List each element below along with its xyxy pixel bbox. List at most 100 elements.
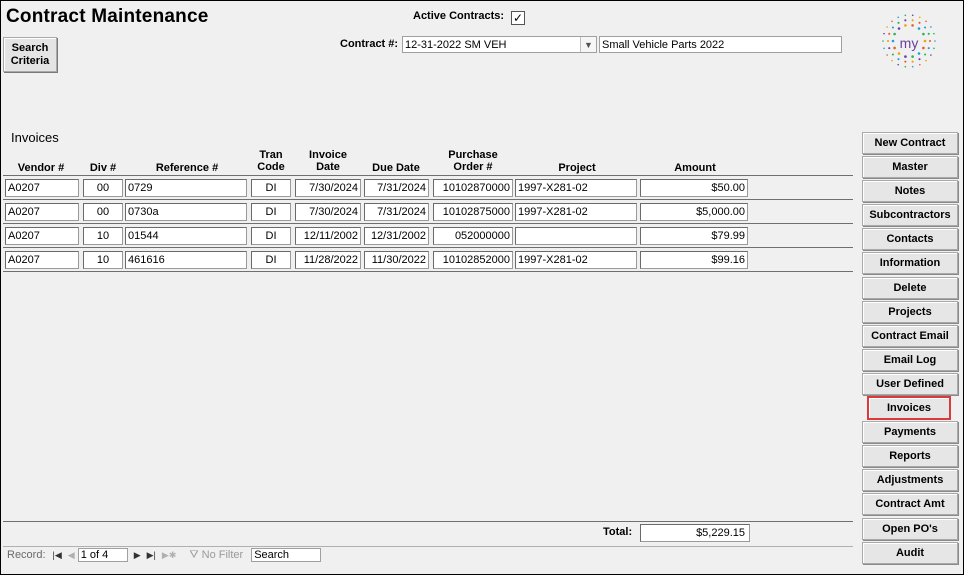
sidebar-button-adjustments[interactable]: Adjustments — [862, 469, 958, 492]
cell-due-date[interactable]: 7/31/2024 — [364, 203, 429, 221]
cell-tran-code[interactable]: DI — [251, 179, 291, 197]
sidebar-button-user-defined[interactable]: User Defined — [862, 372, 958, 395]
cell-amount[interactable]: $5,000.00 — [640, 203, 748, 221]
total-amount: $5,229.15 — [640, 524, 750, 542]
cell-invoice-date[interactable]: 12/11/2002 — [295, 227, 361, 245]
logo-dot — [922, 32, 925, 36]
contract-number-value: 12-31-2022 SM VEH — [405, 38, 507, 51]
cell-purchase-order[interactable]: 10102870000 — [433, 179, 513, 197]
cell-due-date[interactable]: 7/31/2024 — [364, 179, 429, 197]
cell-purchase-order[interactable]: 10102852000 — [433, 251, 513, 269]
logo-dot — [888, 32, 891, 35]
next-record-icon[interactable]: ▶ — [134, 550, 141, 561]
cell-reference[interactable]: 01544 — [125, 227, 247, 245]
logo-dot — [897, 58, 900, 61]
cell-amount[interactable]: $79.99 — [640, 227, 748, 245]
logo-dot — [886, 54, 888, 56]
cell-project[interactable] — [515, 227, 637, 245]
table-row[interactable]: A0207 10 01544 DI 12/11/2002 12/31/2002 052000… — [3, 224, 853, 248]
cell-amount[interactable]: $50.00 — [640, 179, 748, 197]
cell-project[interactable]: 1997-X281-02 — [515, 203, 637, 221]
record-label: Record: — [7, 549, 46, 561]
sidebar-button-new-contract[interactable]: New Contract — [862, 132, 958, 154]
logo-dot — [927, 47, 930, 50]
cell-vendor[interactable]: A0207 — [5, 251, 79, 269]
sidebar-buttons: New Contract Master Notes Subcontractors Con… — [862, 132, 958, 566]
sidebar-button-reports[interactable]: Reports — [862, 445, 958, 468]
cell-amount[interactable]: $99.16 — [640, 251, 748, 269]
sidebar-button-subcontractors[interactable]: Subcontractors — [862, 204, 958, 227]
table-row[interactable]: A0207 00 0729 DI 7/30/2024 7/31/2024 101028700… — [3, 176, 853, 200]
new-record-icon[interactable]: ▶✱ — [162, 550, 176, 561]
col-header-purchase-order: Purchase Order # — [448, 149, 498, 173]
logo-dot — [893, 46, 896, 50]
logo-dot — [883, 32, 885, 35]
logo-dot — [897, 27, 901, 30]
logo-dot — [904, 24, 907, 27]
cell-invoice-date[interactable]: 11/28/2022 — [295, 251, 361, 269]
cell-purchase-order[interactable]: 10102875000 — [433, 203, 513, 221]
logo-dot — [911, 24, 914, 27]
sidebar-button-open-po-s[interactable]: Open PO's — [862, 517, 958, 540]
cell-vendor[interactable]: A0207 — [5, 203, 79, 221]
no-filter-indicator[interactable]: ⛛ No Filter — [189, 549, 243, 562]
contract-description-field[interactable]: Small Vehicle Parts 2022 — [599, 36, 842, 53]
contract-number-label: Contract #: — [340, 38, 399, 50]
sidebar-button-payments[interactable]: Payments — [862, 421, 958, 444]
footer-divider — [3, 521, 853, 522]
cell-project[interactable]: 1997-X281-02 — [515, 251, 637, 269]
previous-record-icon[interactable]: ◀ — [68, 550, 75, 561]
active-contracts-checkbox[interactable]: ✓ — [511, 11, 525, 25]
cell-div[interactable]: 00 — [83, 203, 123, 221]
logo-dot — [904, 55, 907, 58]
last-record-icon[interactable]: ▶| — [147, 550, 156, 561]
record-position-field[interactable]: 1 of 4 — [77, 548, 128, 562]
cell-invoice-date[interactable]: 7/30/2024 — [295, 179, 361, 197]
cell-vendor[interactable]: A0207 — [5, 179, 79, 197]
sidebar-button-notes[interactable]: Notes — [862, 180, 958, 203]
first-record-icon[interactable]: |◀ — [53, 550, 62, 561]
cell-div[interactable]: 10 — [83, 251, 123, 269]
sidebar-button-projects[interactable]: Projects — [862, 300, 958, 323]
navigator-search-input[interactable]: Search — [251, 548, 322, 562]
logo-dot — [927, 32, 930, 35]
cell-tran-code[interactable]: DI — [251, 251, 291, 269]
sidebar-button-invoices[interactable]: Invoices — [867, 396, 951, 421]
logo-dot — [930, 26, 932, 28]
search-criteria-button[interactable]: Search Criteria — [3, 37, 57, 72]
logo-dot — [925, 59, 927, 62]
sidebar-button-delete[interactable]: Delete — [862, 276, 958, 299]
cell-vendor[interactable]: A0207 — [5, 227, 79, 245]
sidebar-button-master[interactable]: Master — [862, 156, 958, 179]
sidebar-button-audit[interactable]: Audit — [862, 541, 958, 564]
logo-dot — [888, 47, 891, 50]
cell-reference[interactable]: 0730a — [125, 203, 247, 221]
cell-div[interactable]: 00 — [83, 179, 123, 197]
sidebar-button-contract-amt[interactable]: Contract Amt — [862, 493, 958, 516]
logo-dot — [904, 65, 907, 68]
contract-number-combo[interactable]: 12-31-2022 SM VEH ▼ — [402, 36, 597, 53]
col-header-due-date: Due Date — [372, 162, 420, 174]
logo-dot — [891, 59, 893, 62]
cell-tran-code[interactable]: DI — [251, 203, 291, 221]
cell-due-date[interactable]: 12/31/2002 — [364, 227, 429, 245]
cell-due-date[interactable]: 11/30/2022 — [364, 251, 429, 269]
cell-invoice-date[interactable]: 7/30/2024 — [295, 203, 361, 221]
cell-reference[interactable]: 0729 — [125, 179, 247, 197]
logo-dot — [930, 54, 932, 56]
cell-div[interactable]: 10 — [83, 227, 123, 245]
cell-project[interactable]: 1997-X281-02 — [515, 179, 637, 197]
cell-reference[interactable]: 461616 — [125, 251, 247, 269]
logo-dot — [933, 32, 935, 35]
cell-tran-code[interactable]: DI — [251, 227, 291, 245]
table-row[interactable]: A0207 00 0730a DI 7/30/2024 7/31/2024 10102875… — [3, 200, 853, 224]
sidebar-button-contract-email[interactable]: Contract Email — [862, 324, 958, 347]
chevron-down-icon[interactable]: ▼ — [580, 37, 596, 52]
table-row[interactable]: A0207 10 461616 DI 11/28/2022 11/30/2022 10102… — [3, 248, 853, 272]
logo-dot — [918, 21, 921, 24]
sidebar-button-information[interactable]: Information — [862, 252, 958, 275]
sidebar-button-email-log[interactable]: Email Log — [862, 348, 958, 371]
cell-purchase-order[interactable]: 052000000 — [433, 227, 513, 245]
sidebar-button-contacts[interactable]: Contacts — [862, 228, 958, 251]
logo-dot — [925, 20, 927, 23]
